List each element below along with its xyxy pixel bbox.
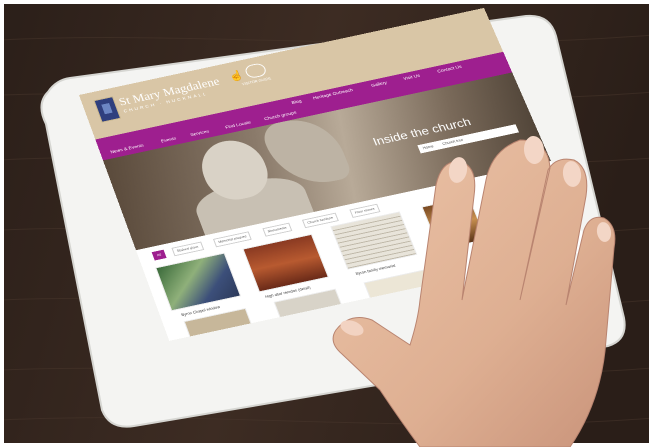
nav-contact-us[interactable]: Contact Us <box>437 64 463 74</box>
gallery-item-door[interactable] <box>421 196 488 250</box>
church-crest-icon <box>93 96 122 123</box>
nav-events[interactable]: Events <box>160 136 177 144</box>
nav-visit-us[interactable]: Visit Us <box>403 73 421 81</box>
nav-gallery[interactable]: Gallery <box>371 80 388 88</box>
photo-scene: St Mary Magdalene CHURCH · HUCKNALL ☝ VI… <box>0 0 653 447</box>
visitor-guide-text: VISITOR GUIDE <box>241 76 272 87</box>
nav-blog[interactable]: Blog <box>291 99 303 106</box>
breadcrumb-current: Church tour <box>441 137 464 146</box>
gallery-item-window[interactable] <box>155 252 242 312</box>
gallery-item-tablet[interactable] <box>363 269 437 310</box>
breadcrumb-home[interactable]: Home <box>422 144 434 150</box>
filter-all[interactable]: All <box>151 249 167 261</box>
nav-services[interactable]: Services <box>190 129 211 138</box>
tablet-screen: St Mary Magdalene CHURCH · HUCKNALL ☝ VI… <box>79 7 590 341</box>
gallery-item-reredos[interactable] <box>242 233 329 293</box>
